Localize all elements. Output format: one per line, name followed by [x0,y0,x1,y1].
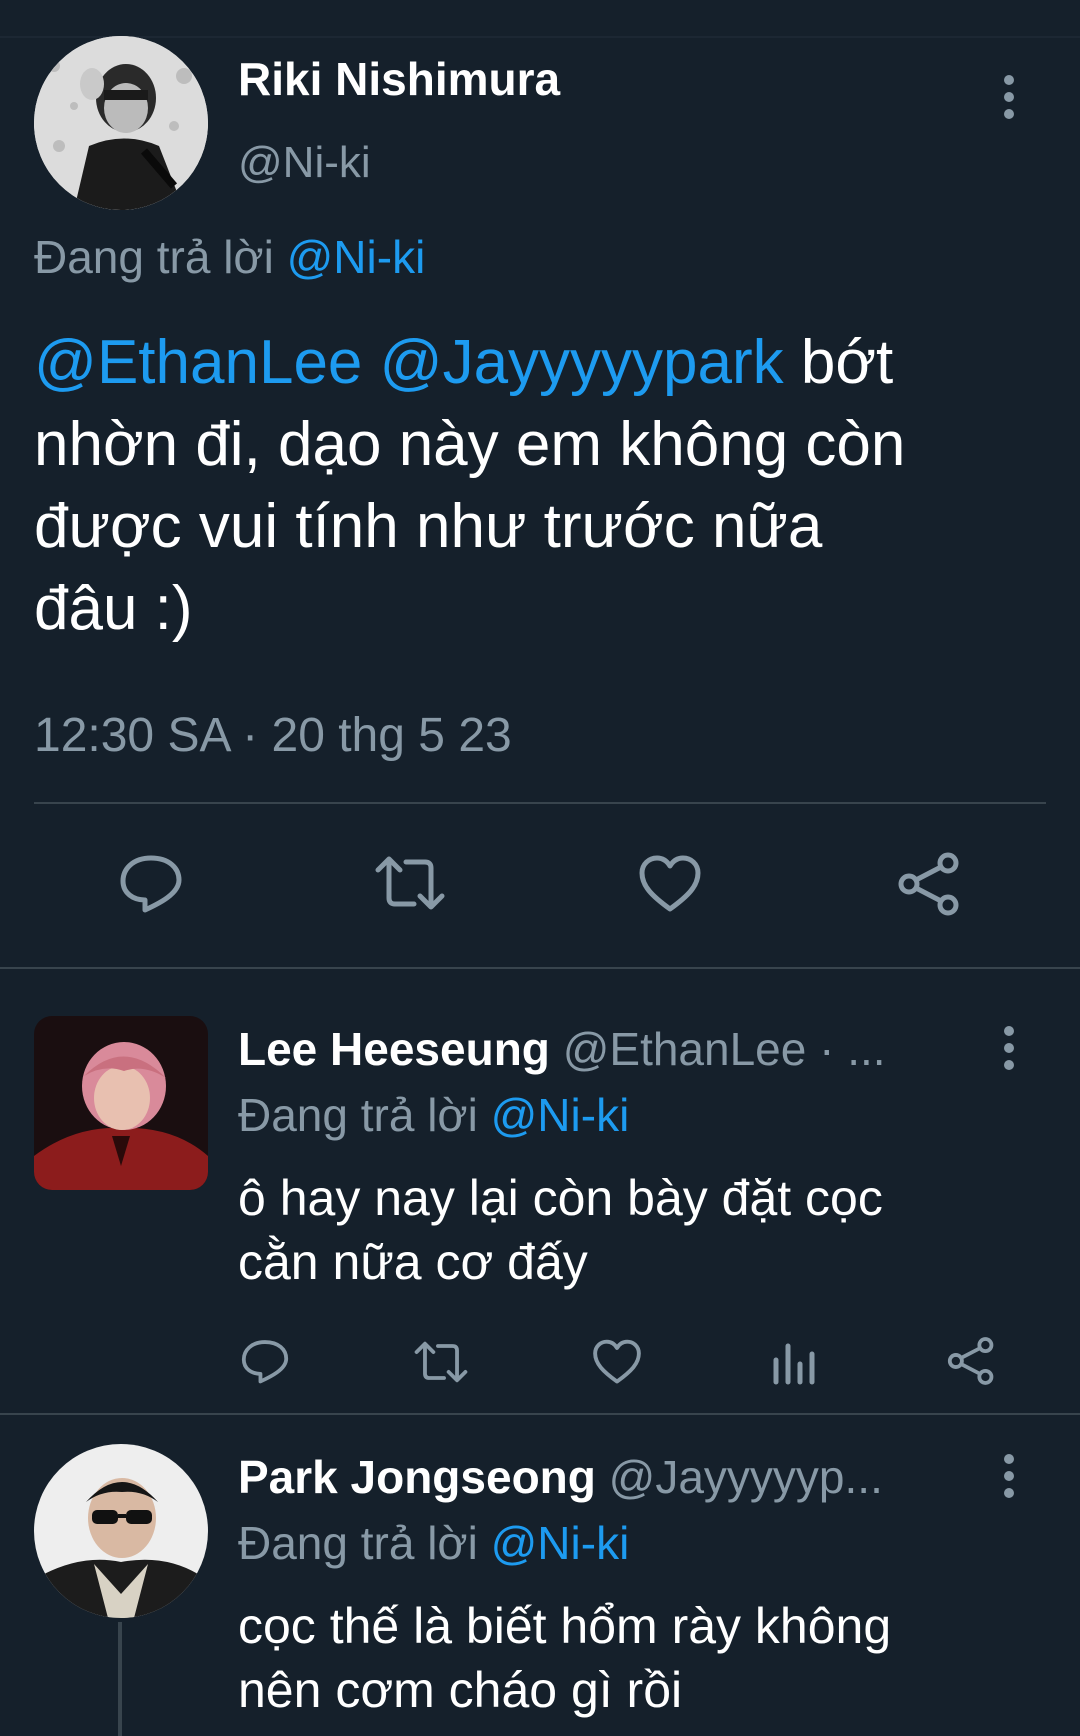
author-handle[interactable]: @EthanLee · ... [563,1023,886,1075]
tweet-text-line3: được vui tính như trước nữa [34,492,823,561]
tweet-text: @EthanLee @Jayyyyypark bớt nhờn đi, dạo … [34,322,1054,650]
tweet-text-line2: nhờn đi, dạo này em không còn [34,410,906,479]
replying-prefix: Đang trả lời [238,1089,478,1141]
avatar-lee-heeseung[interactable] [34,1016,208,1190]
reply-header: Lee Heeseung @EthanLee · ... [238,1022,886,1076]
author-handle[interactable]: @Ni-ki [238,138,371,188]
replying-to: Đang trả lời @Ni-ki [34,230,425,284]
replying-to: Đang trả lời @Ni-ki [238,1088,629,1142]
tweet-separator [0,967,1080,969]
reply-text-line2: cằn nữa cơ đấy [238,1234,588,1290]
reply-text: cọc thế là biết hổm rày không nên cơm ch… [238,1594,891,1722]
reply-text-line1: cọc thế là biết hổm rày không [238,1598,892,1654]
replying-prefix: Đang trả lời [238,1517,478,1569]
tweet-text-line1: bớt [800,328,894,397]
reply-text: ô hay nay lại còn bày đặt cọc cằn nữa cơ… [238,1166,883,1294]
avatar-park-jongseong[interactable] [34,1444,208,1618]
replying-to-handle[interactable]: @Ni-ki [491,1517,630,1569]
retweet-icon[interactable] [412,1338,470,1386]
analytics-icon[interactable] [772,1340,816,1386]
reply-text-line1: ô hay nay lại còn bày đặt cọc [238,1170,883,1226]
more-options-icon[interactable] [1004,1026,1014,1077]
mention-jayyyyypark[interactable]: @Jayyyyypark [380,328,784,397]
replying-to-handle[interactable]: @Ni-ki [287,231,426,283]
reply-text-line2: nên cơm cháo gì rồi [238,1662,683,1718]
tweet-timestamp[interactable]: 12:30 SA · 20 thg 5 23 [34,708,512,763]
mention-ethanlee[interactable]: @EthanLee [34,328,362,397]
like-icon[interactable] [592,1338,642,1386]
author-handle[interactable]: @Jayyyyyp... [609,1451,883,1503]
author-name[interactable]: Riki Nishimura [238,52,560,106]
top-border [0,36,1080,38]
like-icon[interactable] [638,854,702,914]
replying-to-handle[interactable]: @Ni-ki [491,1089,630,1141]
author-name[interactable]: Park Jongseong [238,1451,596,1503]
thread-line [118,1622,122,1736]
more-options-icon[interactable] [1004,75,1014,126]
share-icon[interactable] [946,1336,996,1386]
reply-icon[interactable] [240,1336,290,1386]
avatar-riki[interactable] [34,36,208,210]
author-name[interactable]: Lee Heeseung [238,1023,550,1075]
replying-prefix: Đang trả lời [34,231,274,283]
reply-separator [0,1413,1080,1415]
tweet-text-line4: đâu :) [34,574,193,643]
more-options-icon[interactable] [1004,1454,1014,1505]
retweet-icon[interactable] [372,852,448,914]
reply-icon[interactable] [118,852,184,914]
replying-to: Đang trả lời @Ni-ki [238,1516,629,1570]
reply-header: Park Jongseong @Jayyyyyp... [238,1450,883,1504]
action-divider [34,802,1046,804]
share-icon[interactable] [896,852,962,916]
